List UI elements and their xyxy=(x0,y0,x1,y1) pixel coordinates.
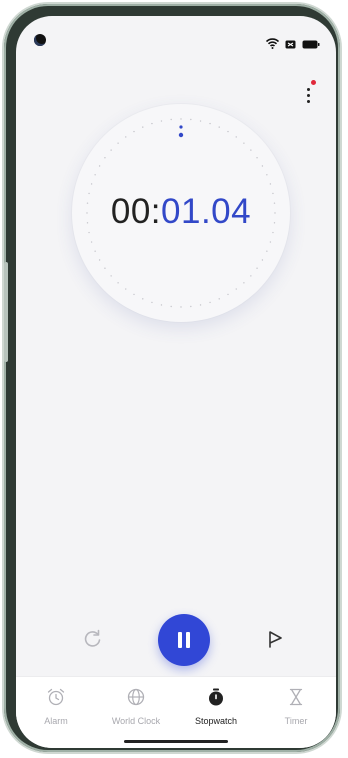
dial-tick xyxy=(243,142,245,144)
more-vertical-icon xyxy=(307,88,310,91)
dial-progress-marker xyxy=(178,132,184,138)
stopwatch-dial: 00:01.04 xyxy=(72,104,290,322)
home-indicator[interactable] xyxy=(124,740,228,743)
dial-tick xyxy=(180,306,182,308)
dial-tick xyxy=(218,298,220,300)
dial-tick xyxy=(250,275,252,277)
dial-tick xyxy=(199,120,202,122)
dial-tick xyxy=(104,157,106,159)
dial-tick xyxy=(266,174,268,176)
front-camera xyxy=(34,34,46,46)
lap-button[interactable] xyxy=(264,628,286,650)
dial-tick xyxy=(180,118,182,120)
dial-tick xyxy=(125,136,127,138)
dial-tick xyxy=(104,267,106,269)
pause-icon xyxy=(178,632,182,648)
dial-tick xyxy=(250,149,252,151)
dial-tick xyxy=(227,293,229,296)
dial-tick xyxy=(142,298,144,300)
dial-tick xyxy=(170,118,172,121)
bottom-tab-bar: Alarm World Clock Stopwatch Timer xyxy=(16,676,336,748)
dial-tick xyxy=(261,259,264,261)
globe-icon xyxy=(127,688,145,706)
dial-tick xyxy=(110,149,112,151)
dial-tick xyxy=(190,118,192,121)
reset-icon xyxy=(84,629,101,647)
dial-tick xyxy=(269,183,272,185)
dial-tick xyxy=(190,305,192,308)
elapsed-time: 00:01.04 xyxy=(72,192,290,232)
tab-alarm[interactable]: Alarm xyxy=(16,677,96,748)
dial-tick xyxy=(199,304,202,306)
dial-tick xyxy=(243,282,245,284)
dial-tick xyxy=(227,130,229,133)
tab-alarm-label: Alarm xyxy=(44,716,68,726)
phone-frame: 00:01.04 Alarm World Clock Stopwatch Tim… xyxy=(4,4,340,752)
dial-tick xyxy=(117,282,119,284)
dial-tick xyxy=(133,130,135,133)
sim-icon xyxy=(285,36,296,54)
dial-tick xyxy=(269,241,272,243)
tab-timer[interactable]: Timer xyxy=(256,677,336,748)
dial-tick xyxy=(151,301,153,304)
dial-tick xyxy=(160,304,163,306)
dial-tick xyxy=(94,174,96,176)
tab-timer-label: Timer xyxy=(284,716,308,726)
dial-tick xyxy=(133,293,135,296)
tab-world-clock[interactable]: World Clock xyxy=(96,677,176,748)
screen: 00:01.04 Alarm World Clock Stopwatch Tim… xyxy=(16,16,336,748)
tab-world-clock-label: World Clock xyxy=(111,716,161,726)
dial-tick xyxy=(272,231,274,234)
dial-tick xyxy=(218,126,220,128)
alarm-clock-icon xyxy=(47,688,65,706)
dial-tick xyxy=(261,165,264,167)
side-button xyxy=(4,262,8,362)
dial-tick xyxy=(117,142,119,144)
elapsed-minutes: 00: xyxy=(110,192,162,231)
stopwatch-controls xyxy=(16,614,336,674)
dial-tick xyxy=(170,305,172,308)
dial-tick xyxy=(209,122,211,125)
pause-button[interactable] xyxy=(158,614,210,666)
dial-tick xyxy=(90,241,93,243)
dial-tick xyxy=(235,136,237,138)
status-bar xyxy=(265,36,320,54)
elapsed-seconds: 01.04 xyxy=(161,192,252,231)
dial-tick xyxy=(235,288,237,290)
more-options-button[interactable] xyxy=(302,80,316,108)
tab-stopwatch[interactable]: Stopwatch xyxy=(176,677,256,748)
hourglass-icon xyxy=(289,688,303,706)
stopwatch-icon xyxy=(209,688,223,706)
dial-tick xyxy=(256,157,258,159)
dial-progress-marker xyxy=(179,125,183,129)
dial-tick xyxy=(151,122,153,125)
lap-flag-icon xyxy=(269,631,282,648)
dial-tick xyxy=(98,165,101,167)
dial-tick xyxy=(125,288,127,290)
dial-tick xyxy=(90,183,93,185)
dial-tick xyxy=(88,231,90,234)
tab-stopwatch-label: Stopwatch xyxy=(194,716,238,726)
dial-tick xyxy=(142,126,144,128)
wifi-icon xyxy=(265,36,280,54)
notification-dot xyxy=(311,80,316,85)
dial-tick xyxy=(98,259,101,261)
dial-tick xyxy=(209,301,211,304)
dial-tick xyxy=(110,275,112,277)
dial-tick xyxy=(94,250,96,252)
dial-tick xyxy=(256,267,258,269)
dial-tick xyxy=(266,250,268,252)
dial-tick xyxy=(160,120,163,122)
reset-button[interactable] xyxy=(82,628,104,650)
battery-icon xyxy=(302,36,320,54)
